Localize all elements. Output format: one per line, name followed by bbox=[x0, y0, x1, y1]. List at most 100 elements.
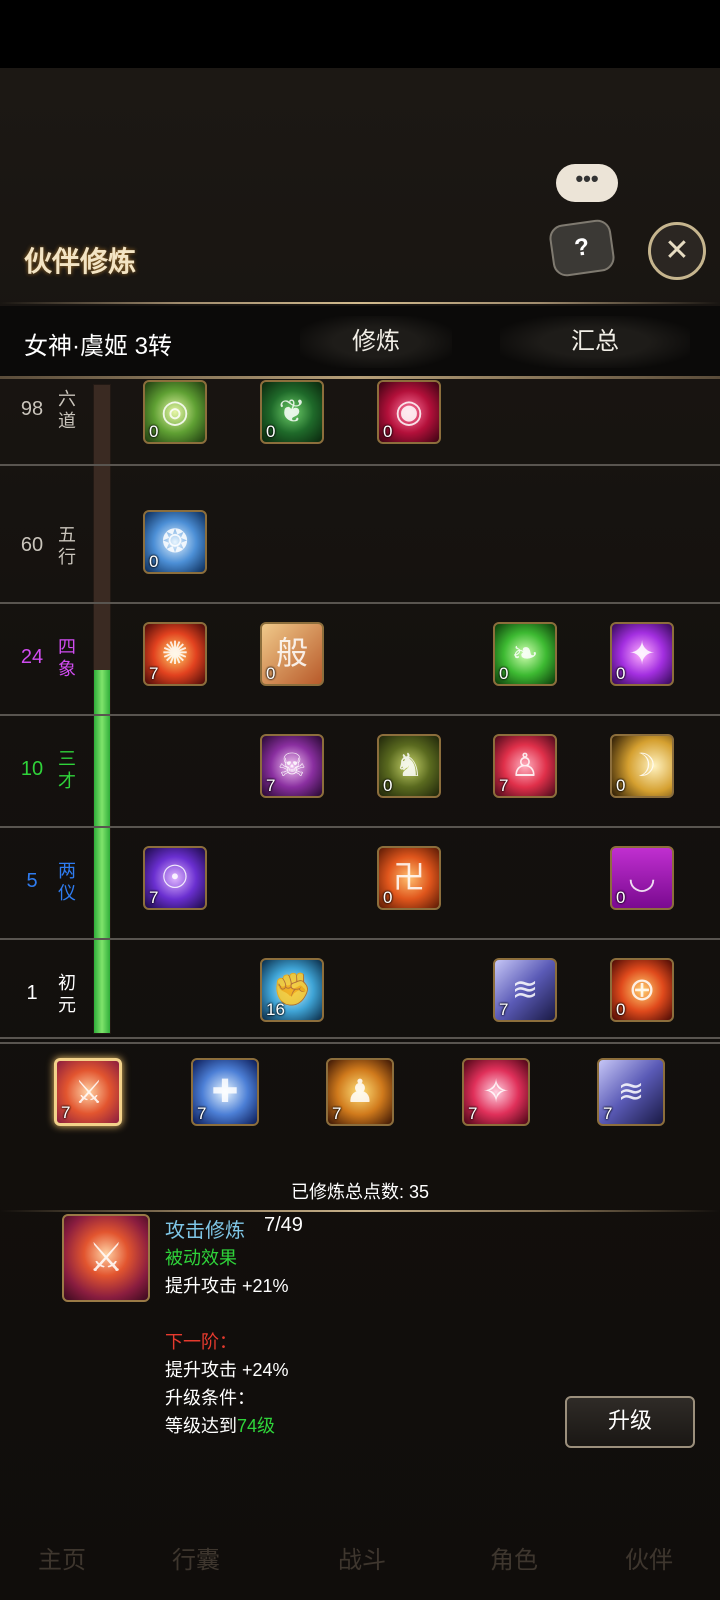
row-level: 10 bbox=[20, 758, 44, 780]
purple-star-icon[interactable]: ✦ 0 bbox=[610, 622, 674, 686]
row-rank: 两仪 bbox=[58, 861, 76, 903]
green-leaf-icon[interactable]: ❦ 0 bbox=[260, 380, 324, 444]
row-level: 1 bbox=[26, 982, 38, 1004]
status-bar bbox=[0, 0, 720, 68]
violet-cloth-icon[interactable]: ≋ 7 bbox=[493, 958, 557, 1022]
tab-train[interactable]: 修炼 bbox=[300, 316, 452, 368]
skill-count: 7 bbox=[61, 1103, 71, 1122]
skill-progress: 7/49 bbox=[264, 1214, 303, 1236]
blue-muscle-icon[interactable]: ✊ 16 bbox=[260, 958, 324, 1022]
skill-count: 0 bbox=[616, 664, 626, 683]
total-points: 已修炼总点数: 35 bbox=[290, 1182, 430, 1202]
red-figure-icon[interactable]: ♙ 7 bbox=[493, 734, 557, 798]
row-rank: 六道 bbox=[58, 389, 76, 431]
row-rank: 初元 bbox=[58, 973, 76, 1015]
skill-row: 5 两仪 ☉ 7 卍 0 ◡ 0 bbox=[0, 828, 720, 940]
nav-item[interactable]: 行囊 bbox=[172, 1540, 220, 1575]
skill-count: 7 bbox=[499, 776, 509, 795]
skill-count: 7 bbox=[468, 1104, 478, 1123]
next-effect: 提升攻击 +24% bbox=[165, 1360, 289, 1380]
passive-label: 被动效果 bbox=[165, 1248, 237, 1268]
skill-count: 0 bbox=[616, 776, 626, 795]
violet-cloth-icon[interactable]: ≋ 7 bbox=[597, 1058, 665, 1126]
skill-row: 10 三才 ☠ 7 ♞ 0 ♙ 7 ☽ 0 bbox=[0, 716, 720, 828]
purple-angel-icon[interactable]: ☉ 7 bbox=[143, 846, 207, 910]
gold-figure-icon[interactable]: ♟ 7 bbox=[326, 1058, 394, 1126]
row-rank: 五行 bbox=[58, 525, 76, 567]
skill-count: 7 bbox=[332, 1104, 342, 1123]
divider bbox=[0, 1210, 720, 1212]
skill-row: 60 五行 ❂ 0 bbox=[0, 492, 720, 604]
target-icon[interactable]: ⊕ 0 bbox=[610, 958, 674, 1022]
chat-bubble-icon[interactable]: ••• bbox=[556, 164, 618, 202]
row-level: 60 bbox=[20, 534, 44, 556]
skill-count: 0 bbox=[266, 664, 276, 683]
divider bbox=[0, 1037, 720, 1039]
attack-icon: ⚔ bbox=[62, 1214, 150, 1302]
skill-count: 0 bbox=[383, 422, 393, 441]
skill-count: 0 bbox=[383, 888, 393, 907]
row-level: 24 bbox=[20, 646, 44, 668]
row-divider bbox=[0, 464, 720, 466]
green-orb-icon[interactable]: ◎ 0 bbox=[143, 380, 207, 444]
pink-burst-icon[interactable]: ✧ 7 bbox=[462, 1058, 530, 1126]
warrior-icon[interactable]: ♞ 0 bbox=[377, 734, 441, 798]
row-level: 98 bbox=[20, 398, 44, 420]
page-title: 伙伴修炼 bbox=[24, 246, 137, 277]
header: ••• 伙伴修炼 ? ✕ bbox=[0, 164, 720, 300]
skill-count: 7 bbox=[197, 1104, 207, 1123]
skill-row: 1 初元 ✊ 16 ≋ 7 ⊕ 0 bbox=[0, 940, 720, 1044]
condition: 等级达到74级 bbox=[165, 1412, 275, 1438]
condition-label: 升级条件： bbox=[165, 1388, 255, 1408]
magenta-drop-icon[interactable]: ◡ 0 bbox=[610, 846, 674, 910]
skill-count: 0 bbox=[149, 552, 159, 571]
nav-item[interactable]: 主页 bbox=[38, 1540, 86, 1575]
divider bbox=[0, 302, 720, 304]
skill-count: 0 bbox=[266, 422, 276, 441]
help-button[interactable]: ? bbox=[547, 217, 617, 279]
skill-row: 98 六道 ◎ 0 ❦ 0 ◉ 0 bbox=[0, 380, 720, 466]
partner-name: 女神·虞姬 3转 bbox=[24, 333, 173, 360]
close-button[interactable]: ✕ bbox=[648, 222, 706, 280]
red-rune-icon[interactable]: 卍0 bbox=[377, 846, 441, 910]
attack-icon[interactable]: ⚔ 7 bbox=[54, 1058, 122, 1126]
skill-count: 7 bbox=[603, 1104, 613, 1123]
row-rank: 四象 bbox=[58, 637, 76, 679]
skull-icon[interactable]: ☠ 7 bbox=[260, 734, 324, 798]
skill-count: 7 bbox=[266, 776, 276, 795]
skill-tree: 98 六道 ◎ 0 ❦ 0 ◉ 0 60 五行 ❂ 0 24 四象 ✺ 7 般 0 ❧ 0 ✦ 0 10 三才 ☠ 7 ♞ 0 ♙ 7 ☽ 0… bbox=[0, 380, 720, 1044]
equipped-skills: ⚔ 7 ✚ 7 ♟ 7 ✧ 7 ≋ 7 bbox=[0, 1040, 720, 1190]
skill-row: 24 四象 ✺ 7 般 0 ❧ 0 ✦ 0 bbox=[0, 604, 720, 716]
skill-count: 7 bbox=[499, 1000, 509, 1019]
fire-swirl-icon[interactable]: ✺ 7 bbox=[143, 622, 207, 686]
tab-summary[interactable]: 汇总 bbox=[500, 316, 690, 368]
row-level: 5 bbox=[26, 870, 38, 892]
bottom-nav: 主页 行囊 战斗 角色 伙伴 bbox=[0, 1500, 720, 1600]
skill-count: 7 bbox=[149, 664, 159, 683]
skill-count: 0 bbox=[383, 776, 393, 795]
nav-item[interactable]: 角色 bbox=[490, 1540, 538, 1575]
upgrade-button[interactable]: 升级 bbox=[565, 1396, 695, 1448]
blue-swirl-icon[interactable]: ❂ 0 bbox=[143, 510, 207, 574]
condition-prefix: 等级达到 bbox=[165, 1416, 237, 1436]
green-feather-icon[interactable]: ❧ 0 bbox=[493, 622, 557, 686]
scroll-icon[interactable]: 般0 bbox=[260, 622, 324, 686]
skill-count: 0 bbox=[616, 888, 626, 907]
red-eye-icon[interactable]: ◉ 0 bbox=[377, 380, 441, 444]
tab-bar: 女神·虞姬 3转 修炼 汇总 bbox=[0, 306, 720, 378]
divider bbox=[0, 376, 720, 379]
skill-name: 攻击修炼 bbox=[165, 1220, 245, 1242]
skill-count: 0 bbox=[499, 664, 509, 683]
gold-silhouette-icon[interactable]: ☽ 0 bbox=[610, 734, 674, 798]
nav-item[interactable]: 伙伴 bbox=[625, 1540, 673, 1575]
nav-item[interactable]: 战斗 bbox=[338, 1540, 386, 1575]
shield-icon[interactable]: ✚ 7 bbox=[191, 1058, 259, 1126]
next-label: 下一阶： bbox=[165, 1332, 237, 1352]
row-rank: 三才 bbox=[58, 749, 76, 791]
skill-count: 16 bbox=[266, 1000, 285, 1019]
skill-count: 7 bbox=[149, 888, 159, 907]
current-effect: 提升攻击 +21% bbox=[165, 1276, 289, 1296]
skill-count: 0 bbox=[149, 422, 159, 441]
condition-value: 74级 bbox=[237, 1416, 276, 1436]
skill-count: 0 bbox=[616, 1000, 626, 1019]
